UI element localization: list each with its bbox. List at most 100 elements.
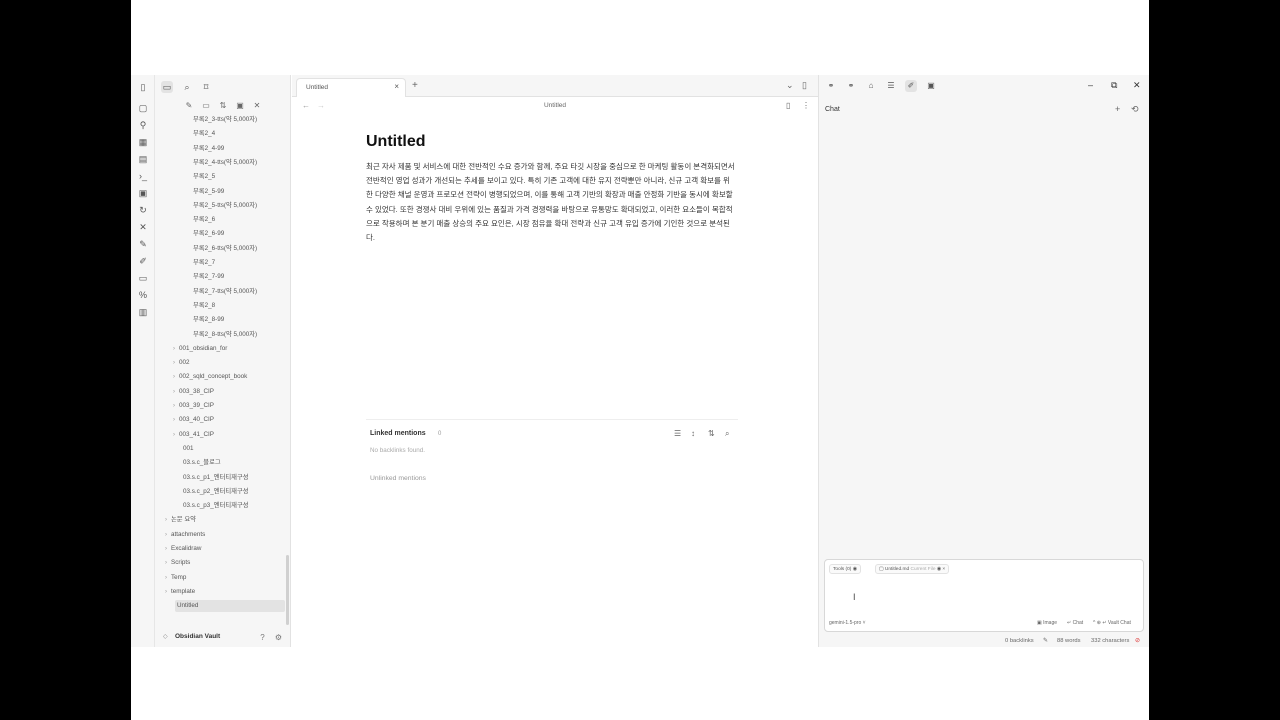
sidebar-scrollbar[interactable]	[286, 555, 289, 625]
tree-file[interactable]: 부록2_8-tts(약 5,000자)	[193, 329, 257, 341]
tree-folder[interactable]: › Temp	[165, 572, 186, 584]
tree-file[interactable]: 부록2_6	[193, 214, 215, 226]
tree-folder[interactable]: › 논문 요약	[165, 514, 196, 526]
tree-folder[interactable]: › attachments	[165, 529, 205, 541]
bookmark-icon[interactable]: ⌑	[200, 81, 212, 93]
tree-file[interactable]: 부록2_6-tts(약 5,000자)	[193, 243, 257, 255]
tree-file[interactable]: 부록2_7-99	[193, 271, 224, 283]
tree-file[interactable]: 03.s.c_p1_엔터티재구성	[183, 472, 249, 484]
sync-icon[interactable]: ↻	[137, 204, 149, 216]
tree-file[interactable]: 부록2_7	[193, 257, 215, 269]
image-button[interactable]: ▣ Image	[1037, 620, 1057, 626]
settings-gear-icon[interactable]: ⚙	[273, 632, 284, 643]
toggle-right-sidebar-icon[interactable]: ▯	[802, 80, 807, 91]
status-backlinks[interactable]: 0 backlinks	[1005, 638, 1034, 644]
tree-folder[interactable]: › 003_38_CIP	[173, 386, 214, 398]
search-icon[interactable]: ⌕	[181, 81, 193, 93]
tree-file[interactable]: 부록2_4	[193, 128, 215, 140]
tree-folder[interactable]: › 003_39_CIP	[173, 400, 214, 412]
new-note-icon[interactable]: ▢	[137, 102, 149, 114]
tree-file[interactable]: 부록2_4-tts(약 5,000자)	[193, 157, 257, 169]
template-icon[interactable]: ▣	[137, 187, 149, 199]
chat-input-box[interactable]: Tools (0) ◉ ▢ Untitled.md Current File ◉…	[824, 559, 1144, 632]
sort-icon[interactable]: ⇅	[217, 100, 229, 112]
new-note-icon[interactable]: ✎	[183, 100, 195, 112]
tools-icon[interactable]: ✕	[137, 221, 149, 233]
list-icon[interactable]: ☰	[674, 429, 681, 438]
tree-file[interactable]: 부록2_4-99	[193, 143, 224, 155]
expand-icon[interactable]: ↕	[691, 429, 695, 438]
tree-file[interactable]: 001	[183, 443, 194, 455]
sidebar-toggle-icon[interactable]: ▯	[137, 81, 149, 93]
tab-list-chevron-icon[interactable]: ⌄	[786, 80, 794, 91]
tree-folder[interactable]: › 003_41_CIP	[173, 429, 214, 441]
copilot-icon[interactable]: ✐	[905, 80, 917, 92]
tree-folder[interactable]: › 002	[173, 357, 190, 369]
calendar-icon[interactable]: ▤	[137, 153, 149, 165]
sync-status-icon[interactable]: ⊘	[1135, 638, 1140, 644]
model-selector[interactable]: gemini-1.5-pro ˅	[829, 620, 866, 626]
context-file-chip[interactable]: ▢ Untitled.md Current File ◉ ×	[875, 564, 950, 574]
view-header-title[interactable]: Untitled	[292, 102, 818, 109]
new-tab-icon[interactable]: +	[412, 80, 418, 91]
tools-chip[interactable]: Tools (0) ◉	[829, 564, 861, 574]
window-close-icon[interactable]: ✕	[1133, 80, 1141, 91]
tree-file[interactable]: Untitled	[175, 600, 285, 613]
folder-icon[interactable]: ▭	[161, 81, 173, 93]
graph-icon[interactable]: ⚲	[137, 119, 149, 131]
note-title[interactable]: Untitled	[366, 133, 426, 151]
linked-mentions-heading[interactable]: Linked mentions	[370, 430, 426, 437]
tab-untitled[interactable]: Untitled ×	[296, 78, 406, 97]
reading-view-icon[interactable]: ▯	[786, 101, 790, 110]
tree-folder[interactable]: › template	[165, 586, 195, 598]
canvas-icon[interactable]: ▦	[137, 136, 149, 148]
outline-icon[interactable]: ☰	[885, 80, 897, 92]
tree-file[interactable]: 부록2_6-99	[193, 228, 224, 240]
new-chat-icon[interactable]: +	[1115, 104, 1120, 114]
tree-file[interactable]: 03.s.c_p3_엔터티재구성	[183, 500, 249, 512]
calendar-icon[interactable]: ▣	[925, 80, 937, 92]
terminal-icon[interactable]: ›_	[137, 170, 149, 182]
tree-folder[interactable]: › 002_sqld_concept_book	[173, 371, 247, 383]
tree-folder[interactable]: › Scripts	[165, 557, 190, 569]
unlinked-mentions-heading[interactable]: Unlinked mentions	[370, 475, 426, 482]
book-icon[interactable]: ▥	[137, 306, 149, 318]
help-icon[interactable]: ?	[257, 632, 268, 643]
pencil-icon[interactable]: ✎	[1043, 638, 1048, 644]
restore-icon[interactable]: ⧉	[1111, 80, 1117, 91]
tree-folder[interactable]: › Excalidraw	[165, 543, 201, 555]
search-icon[interactable]: ⌕	[725, 429, 729, 439]
tree-file[interactable]: 부록2_5-tts(약 5,000자)	[193, 200, 257, 212]
tree-file[interactable]: 부록2_5-99	[193, 186, 224, 198]
tree-file[interactable]: 부록2_3-tts(약 5,000자)	[193, 114, 257, 126]
chevron-right-icon: ›	[173, 345, 175, 352]
tree-file[interactable]: 03.s.c_p2_엔터티재구성	[183, 486, 249, 498]
chevron-right-icon: ›	[165, 531, 167, 538]
backlinks-icon[interactable]: ⚭	[845, 80, 857, 92]
vault-chat-button[interactable]: ^ ⊕ ↵ Vault Chat	[1093, 620, 1131, 626]
tree-file[interactable]: 부록2_8-99	[193, 314, 224, 326]
tree-file[interactable]: 03.s.c_블로그	[183, 457, 221, 469]
close-tab-icon[interactable]: ×	[394, 82, 399, 91]
auto-reveal-icon[interactable]: ▣	[234, 100, 246, 112]
tree-folder[interactable]: › 001_obsidian_for	[173, 343, 227, 355]
more-options-icon[interactable]: ⋮	[802, 101, 810, 110]
plugin-icon[interactable]: ✎	[137, 238, 149, 250]
minimize-icon[interactable]: –	[1088, 80, 1093, 90]
collapse-all-icon[interactable]: ✕	[251, 100, 263, 112]
outgoing-links-icon[interactable]: ⚭	[825, 80, 837, 92]
tree-file[interactable]: 부록2_7-tts(약 5,000자)	[193, 286, 257, 298]
vault-switcher[interactable]: ◇ Obsidian Vault ? ⚙	[155, 629, 291, 647]
percent-icon[interactable]: %	[137, 289, 149, 301]
tree-file[interactable]: 부록2_5	[193, 171, 215, 183]
tags-icon[interactable]: ⌂	[865, 80, 877, 92]
chat-history-icon[interactable]: ⟲	[1131, 104, 1139, 115]
tree-folder[interactable]: › 003_40_CIP	[173, 414, 214, 426]
slides-icon[interactable]: ▭	[137, 272, 149, 284]
tree-file[interactable]: 부록2_8	[193, 300, 215, 312]
note-body[interactable]: 최근 자사 제품 및 서비스에 대한 전반적인 수요 증가와 함께, 주요 타깃…	[366, 160, 736, 245]
excalidraw-icon[interactable]: ✐	[137, 255, 149, 267]
chat-send-button[interactable]: ↵ Chat	[1067, 620, 1083, 626]
new-folder-icon[interactable]: ▭	[200, 100, 212, 112]
sort-icon[interactable]: ⇅	[708, 429, 715, 438]
